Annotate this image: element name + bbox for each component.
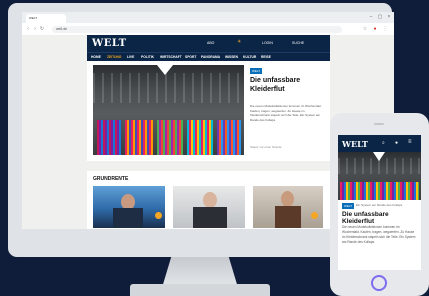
search-link[interactable]: SUCHE: [292, 41, 304, 45]
video-badge-icon: [311, 212, 318, 219]
close-icon[interactable]: ×: [385, 14, 393, 20]
article-badge: WELT: [250, 68, 263, 74]
article-thumbnail[interactable]: [173, 186, 245, 228]
clothing-rack: [217, 120, 241, 155]
hero-article-title[interactable]: Die unfassbare Kleiderflut: [250, 76, 322, 94]
nav-item-live[interactable]: LIVE: [127, 55, 134, 59]
phone-speaker: [374, 123, 384, 125]
weather-icon: ☀: [237, 39, 242, 45]
nav-item-wirtschaft[interactable]: WIRTSCHAFT: [160, 55, 182, 59]
site-header: WELT ABO LOGIN SUCHE ☀: [87, 35, 330, 52]
smartphone: WELT ⌕ ● ≡ WELT Ein System am Rande des …: [330, 113, 429, 296]
nav-item-sport[interactable]: SPORT: [185, 55, 196, 59]
login-link[interactable]: LOGIN: [262, 41, 273, 45]
clothing-rack: [340, 182, 419, 200]
maximize-icon[interactable]: ▢: [376, 14, 384, 20]
hero-notch-marker: [157, 65, 173, 75]
menu-icon[interactable]: ≡: [408, 139, 412, 145]
clothing-rack: [187, 120, 213, 155]
address-bar[interactable]: welt.de: [52, 26, 342, 33]
hero-article-teaser: Die neuen Modekollektionen kommen im Woc…: [342, 225, 416, 244]
forward-icon[interactable]: ›: [32, 26, 38, 32]
person-face: [203, 192, 217, 208]
article-thumbnail[interactable]: [253, 186, 323, 228]
nav-item-politik[interactable]: POLITIK: [141, 55, 154, 59]
home-button[interactable]: [371, 275, 387, 291]
hero-article-title[interactable]: Die unfassbare Kleiderflut: [342, 211, 421, 225]
video-badge-icon: [155, 212, 162, 219]
person-body: [113, 208, 143, 228]
section-divider: [87, 161, 330, 171]
clothing-rack: [125, 120, 153, 155]
menu-icon[interactable]: ⋮: [382, 26, 388, 32]
monitor-stand-neck: [162, 257, 238, 287]
browser-tab[interactable]: WELT: [26, 14, 66, 23]
user-icon[interactable]: ●: [395, 140, 398, 146]
clothing-rack: [157, 120, 183, 155]
welt-logo[interactable]: WELT: [342, 139, 368, 149]
person-body: [193, 207, 227, 228]
hall-lights: [93, 73, 244, 103]
monitor-stand-base: [130, 284, 270, 296]
reload-icon[interactable]: ↻: [39, 26, 45, 32]
hero-article-teaser: Die neuen Modekollektionen kommen im Woc…: [250, 104, 322, 122]
search-icon[interactable]: ⌕: [382, 140, 385, 146]
back-icon[interactable]: ‹: [25, 26, 31, 32]
person-face: [281, 191, 294, 207]
star-icon[interactable]: ☆: [362, 26, 368, 32]
extension-icon[interactable]: ●: [372, 26, 378, 32]
abo-link[interactable]: ABO: [207, 41, 214, 45]
nav-item-wissen[interactable]: WISSEN: [225, 55, 238, 59]
nav-item-panorama[interactable]: PANORAMA: [201, 55, 220, 59]
welt-homepage: WELT ABO LOGIN SUCHE ☀ HOME ZEITUNG LIVE…: [87, 35, 330, 229]
welt-logo[interactable]: WELT: [92, 38, 127, 49]
hero-notch-marker: [373, 152, 385, 161]
nav-item-zeitung[interactable]: ZEITUNG: [107, 55, 121, 59]
minimize-icon[interactable]: –: [367, 14, 375, 20]
clothing-rack: [97, 120, 121, 155]
section-title-grundrente[interactable]: GRUNDRENTE: [93, 176, 128, 182]
person-body: [275, 206, 301, 228]
mobile-site-header: WELT ⌕ ● ≡: [338, 135, 421, 152]
article-thumbnail[interactable]: [93, 186, 165, 228]
phone-screen: WELT ⌕ ● ≡ WELT Ein System am Rande des …: [338, 135, 421, 270]
article-badge: WELT: [342, 203, 355, 209]
nav-item-home[interactable]: HOME: [91, 55, 101, 59]
hero-article-meta: Stand: vor einer Stunde: [250, 145, 282, 149]
main-navigation: HOME ZEITUNG LIVE POLITIK WIRTSCHAFT SPO…: [87, 52, 330, 61]
nav-item-reise[interactable]: REISE: [261, 55, 271, 59]
article-kicker: Ein System am Rande des Kollaps: [356, 203, 403, 207]
hero-image-clothing-racks[interactable]: [93, 65, 244, 155]
nav-item-kultur[interactable]: KULTUR: [243, 55, 256, 59]
